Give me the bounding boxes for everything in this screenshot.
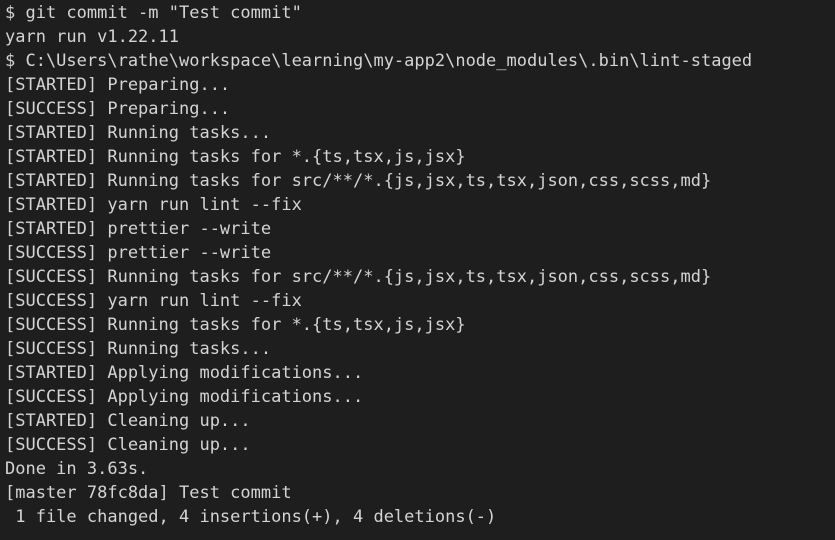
- output-line: [STARTED] Running tasks for *.{ts,tsx,js…: [5, 147, 466, 167]
- output-line: [STARTED] Running tasks for src/**/*.{js…: [5, 171, 712, 191]
- output-line: [STARTED] Running tasks...: [5, 123, 272, 143]
- output-line: [SUCCESS] Preparing...: [5, 99, 231, 119]
- output-line: [STARTED] Cleaning up...: [5, 411, 251, 431]
- output-line: [STARTED] yarn run lint --fix: [5, 195, 302, 215]
- output-line: [SUCCESS] Running tasks for *.{ts,tsx,js…: [5, 315, 466, 335]
- terminal-output[interactable]: $ git commit -m "Test commit" yarn run v…: [0, 0, 835, 540]
- output-line: [SUCCESS] Running tasks for src/**/*.{js…: [5, 267, 712, 287]
- command-line: $ C:\Users\rathe\workspace\learning\my-a…: [5, 51, 753, 71]
- output-line: [SUCCESS] Applying modifications...: [5, 387, 364, 407]
- output-line: [SUCCESS] Cleaning up...: [5, 435, 251, 455]
- output-line: Done in 3.63s.: [5, 459, 149, 479]
- output-line: [SUCCESS] prettier --write: [5, 243, 272, 263]
- output-line: [SUCCESS] Running tasks...: [5, 339, 272, 359]
- output-line: yarn run v1.22.11: [5, 27, 179, 47]
- output-line: [SUCCESS] yarn run lint --fix: [5, 291, 302, 311]
- output-line: [STARTED] prettier --write: [5, 219, 272, 239]
- output-line: [master 78fc8da] Test commit: [5, 483, 292, 503]
- output-line: [STARTED] Preparing...: [5, 75, 231, 95]
- output-line: [STARTED] Applying modifications...: [5, 363, 364, 383]
- command-line: $ git commit -m "Test commit": [5, 3, 302, 23]
- output-line: 1 file changed, 4 insertions(+), 4 delet…: [5, 507, 497, 527]
